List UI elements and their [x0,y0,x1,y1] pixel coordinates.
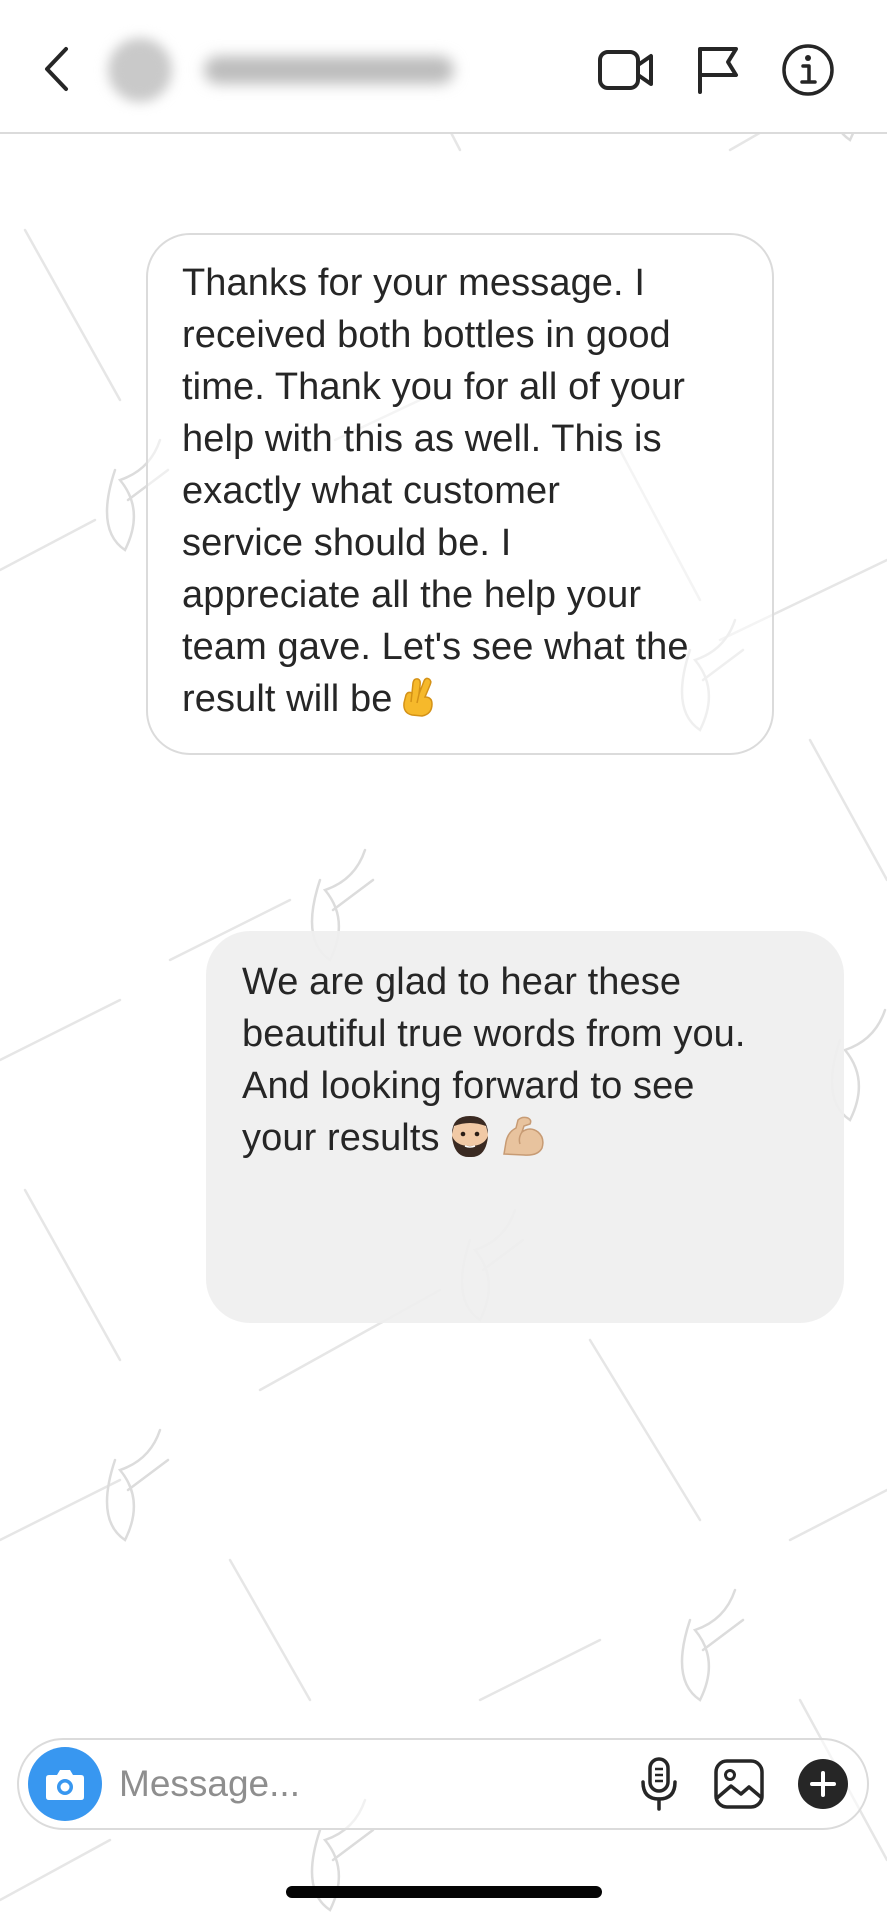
microphone-icon [641,1757,677,1811]
received-message-bubble[interactable]: Thanks for your message. I received both… [146,233,774,755]
message-line: We are glad to hear these [242,961,682,1003]
message-line: Thanks for your message. I [182,262,646,304]
message-composer [17,1738,869,1830]
message-line: appreciate all the help your [182,574,642,616]
video-call-button[interactable] [594,38,658,102]
message-thread[interactable]: Thanks for your message. I received both… [0,134,887,1734]
message-line: team gave. Let's see what the [182,626,689,668]
video-camera-icon [598,50,653,90]
info-icon [782,44,834,96]
message-line: help with this as well. This is [182,418,662,460]
camera-icon [46,1770,84,1800]
message-line: time. Thank you for all of your [182,366,685,408]
message-line-last: your results [242,1112,818,1164]
home-indicator[interactable] [286,1886,602,1898]
report-button[interactable] [686,38,750,102]
chat-header [0,0,887,134]
flexed-biceps-icon [502,1116,544,1156]
message-line-text: your results [242,1117,440,1159]
message-line-last: result will be [182,673,742,725]
contact-avatar[interactable] [108,38,172,102]
message-line: service should be. I [182,522,512,564]
message-line: exactly what customer [182,470,561,512]
bearded-face-icon [451,1116,488,1158]
back-button[interactable] [30,38,84,100]
message-line: received both bottles in good [182,314,671,356]
crossed-fingers-icon [403,677,434,717]
contact-name[interactable] [204,56,454,84]
image-gallery-icon [714,1759,764,1809]
gallery-button[interactable] [709,1754,769,1814]
camera-button[interactable] [28,1747,102,1821]
sent-message-bubble[interactable]: We are glad to hear these beautiful true… [206,931,844,1323]
voice-message-button[interactable] [629,1754,689,1814]
more-options-button[interactable] [793,1754,853,1814]
message-line-text: result will be [182,678,393,720]
plus-icon [798,1759,848,1809]
message-line: beautiful true words from you. [242,1013,746,1055]
info-button[interactable] [776,38,840,102]
message-input[interactable] [119,1754,619,1814]
contact-header[interactable] [108,36,468,102]
flag-icon [698,47,738,94]
message-line: And looking forward to see [242,1065,695,1107]
chevron-left-icon [45,47,68,91]
